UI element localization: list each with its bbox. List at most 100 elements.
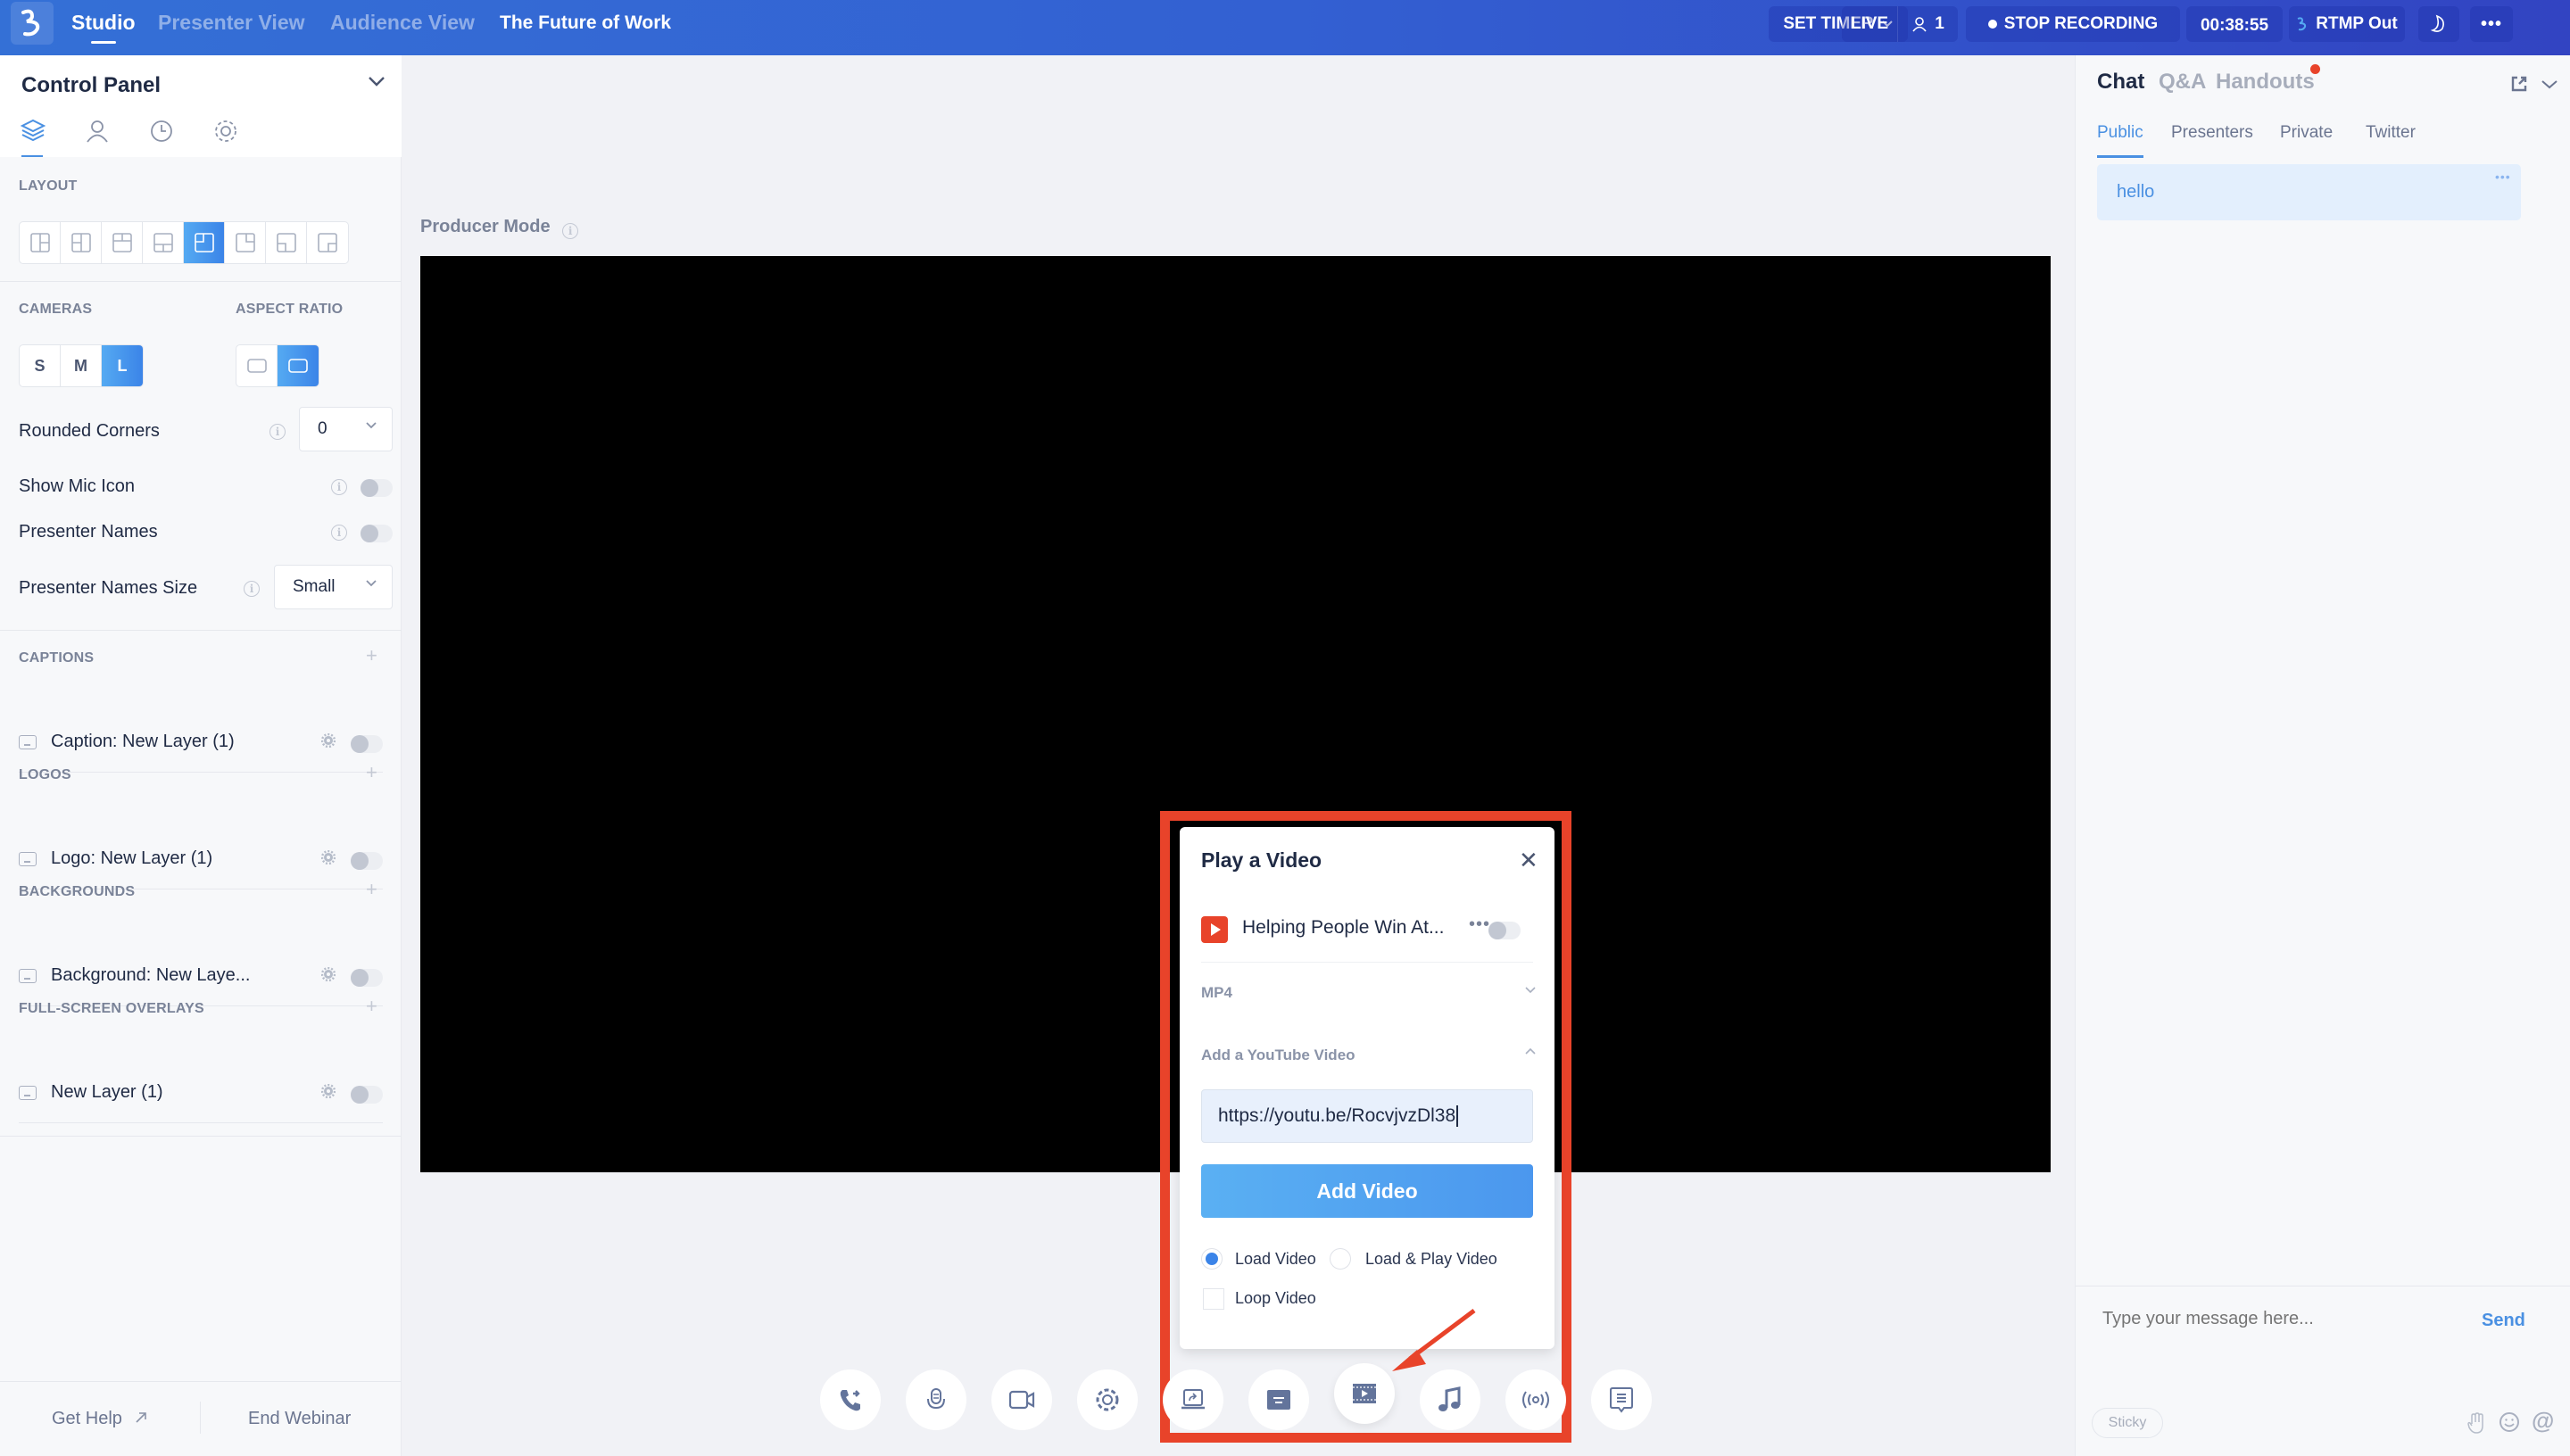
caption-button[interactable] — [1248, 1369, 1309, 1430]
add-video-button[interactable]: Add Video — [1201, 1164, 1533, 1218]
stop-recording-button[interactable]: STOP RECORDING — [1966, 6, 2180, 42]
load-video-label[interactable]: Load Video — [1235, 1250, 1316, 1269]
layer-toggle[interactable] — [351, 969, 383, 987]
layout-option-6[interactable] — [225, 222, 266, 263]
layout-option-8[interactable] — [307, 222, 348, 263]
layers-icon[interactable] — [20, 118, 46, 145]
gear-icon[interactable] — [321, 733, 336, 748]
layout-option-7[interactable] — [266, 222, 307, 263]
subtab-private[interactable]: Private — [2280, 123, 2333, 143]
load-play-video-radio[interactable] — [1330, 1248, 1351, 1270]
tab-qa[interactable]: Q&A — [2159, 70, 2206, 95]
presenter-names-size-select[interactable]: Small — [274, 565, 393, 609]
dark-mode-button[interactable] — [2418, 6, 2459, 42]
divider — [200, 1402, 201, 1434]
loop-video-label[interactable]: Loop Video — [1235, 1289, 1316, 1308]
screen-share-button[interactable] — [1163, 1369, 1223, 1430]
chat-message[interactable]: hello ••• — [2097, 164, 2521, 220]
info-icon[interactable]: i — [331, 525, 347, 541]
add-overlay-button[interactable]: + — [366, 995, 377, 1018]
layer-row[interactable]: Logo: New Layer (1) — [19, 832, 383, 889]
layer-row[interactable]: New Layer (1) — [19, 1066, 383, 1123]
aspect-wide[interactable] — [278, 345, 319, 386]
show-mic-icon-toggle[interactable] — [361, 479, 393, 497]
raise-hand-icon[interactable] — [2466, 1411, 2486, 1435]
layer-toggle[interactable] — [351, 1086, 383, 1104]
person-icon[interactable] — [84, 118, 111, 145]
collapse-chevron-icon[interactable] — [368, 75, 386, 87]
youtube-url-input[interactable]: https://youtu.be/RocvjvzDl38 — [1201, 1089, 1533, 1143]
phone-transfer-button[interactable] — [820, 1369, 881, 1430]
tab-handouts[interactable]: Handouts — [2216, 70, 2315, 95]
info-icon[interactable]: i — [331, 479, 347, 495]
layout-option-1[interactable] — [20, 222, 61, 263]
tab-audience-view[interactable]: Audience View — [330, 11, 475, 35]
end-webinar-button[interactable]: End Webinar — [248, 1409, 351, 1429]
microphone-button[interactable] — [906, 1369, 966, 1430]
info-icon[interactable]: i — [269, 424, 286, 440]
rtmp-out-button[interactable]: RTMP Out — [2289, 6, 2405, 42]
subtab-public[interactable]: Public — [2097, 123, 2143, 143]
close-icon[interactable]: ✕ — [1519, 847, 1538, 874]
video-title[interactable]: Helping People Win At... — [1242, 917, 1444, 939]
layout-option-5[interactable] — [184, 222, 225, 263]
info-icon[interactable]: i — [562, 223, 579, 239]
chat-notes-button[interactable] — [1591, 1369, 1652, 1430]
brand-logo[interactable] — [11, 2, 54, 45]
popout-icon[interactable] — [2510, 75, 2528, 93]
attendee-count[interactable]: 1 — [1897, 6, 1958, 42]
aspect-wide-icon — [288, 359, 308, 373]
loop-video-checkbox[interactable] — [1203, 1288, 1224, 1310]
chevron-down-icon[interactable] — [2541, 79, 2558, 91]
gear-icon[interactable] — [321, 850, 336, 864]
gear-icon[interactable] — [321, 967, 336, 981]
chevron-down-icon[interactable] — [1524, 986, 1537, 995]
chat-message-input[interactable] — [2102, 1309, 2459, 1329]
gear-icon[interactable] — [321, 1084, 336, 1098]
send-button[interactable]: Send — [2482, 1311, 2525, 1331]
video-more-icon[interactable]: ••• — [1469, 914, 1490, 935]
sticky-button[interactable]: Sticky — [2092, 1408, 2163, 1438]
settings-button[interactable] — [1077, 1369, 1138, 1430]
more-menu-button[interactable]: ••• — [2470, 6, 2513, 42]
camera-size-l[interactable]: L — [102, 345, 143, 386]
aspect-standard[interactable] — [236, 345, 278, 386]
add-caption-button[interactable]: + — [366, 644, 377, 667]
layout-option-3[interactable] — [102, 222, 143, 263]
layer-row[interactable]: Background: New Laye... — [19, 949, 383, 1006]
subtab-presenters[interactable]: Presenters — [2171, 123, 2253, 143]
tab-chat[interactable]: Chat — [2097, 70, 2144, 95]
camera-size-m[interactable]: M — [61, 345, 102, 386]
layer-toggle[interactable] — [351, 852, 383, 870]
info-icon[interactable]: i — [244, 581, 260, 597]
camera-size-s[interactable]: S — [20, 345, 61, 386]
layer-row[interactable]: Caption: New Layer (1) — [19, 716, 383, 773]
subtab-twitter[interactable]: Twitter — [2366, 123, 2416, 143]
tab-studio[interactable]: Studio — [71, 11, 136, 44]
get-help-link[interactable]: Get Help — [52, 1409, 147, 1429]
load-video-radio[interactable] — [1201, 1248, 1223, 1270]
layer-toggle[interactable] — [351, 735, 383, 753]
chevron-up-icon[interactable] — [1524, 1046, 1537, 1055]
camera-button[interactable] — [991, 1369, 1052, 1430]
external-link-icon — [135, 1412, 146, 1423]
add-logo-button[interactable]: + — [366, 761, 377, 784]
add-background-button[interactable]: + — [366, 878, 377, 901]
tab-presenter-view[interactable]: Presenter View — [158, 11, 305, 35]
rounded-corners-select[interactable]: 0 — [299, 407, 393, 451]
load-play-video-label[interactable]: Load & Play Video — [1365, 1250, 1497, 1269]
mp4-section-header[interactable]: MP4 — [1201, 984, 1232, 1002]
video-toggle[interactable] — [1488, 922, 1521, 939]
control-panel-title: Control Panel — [21, 73, 162, 97]
history-icon[interactable] — [148, 118, 175, 145]
layout-option-4[interactable] — [143, 222, 184, 263]
youtube-section-header[interactable]: Add a YouTube Video — [1201, 1046, 1355, 1064]
emoji-icon[interactable] — [2499, 1411, 2520, 1433]
settings-icon[interactable] — [212, 118, 239, 145]
message-more-icon[interactable]: ••• — [2495, 170, 2511, 184]
presenter-names-toggle[interactable] — [361, 525, 393, 542]
layout-option-2[interactable] — [61, 222, 102, 263]
mention-icon[interactable]: @ — [2532, 1407, 2554, 1435]
music-button[interactable] — [1420, 1369, 1480, 1430]
broadcast-button[interactable] — [1505, 1369, 1566, 1430]
